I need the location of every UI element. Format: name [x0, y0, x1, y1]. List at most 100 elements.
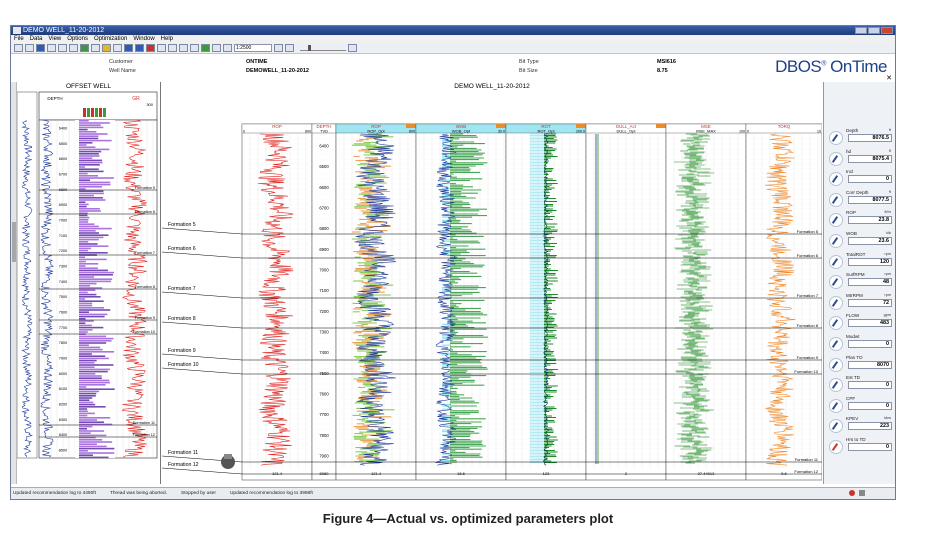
- save-icon[interactable]: [36, 44, 45, 52]
- panel-close-icon[interactable]: ✕: [886, 74, 892, 82]
- status-msg-2: Thread was being aborted.: [109, 491, 168, 496]
- depth-label: 7700: [319, 412, 329, 417]
- minimize-icon[interactable]: [855, 27, 867, 34]
- lithology-bar: [79, 247, 92, 250]
- lithology-bar: [79, 150, 102, 153]
- dial-icon: [829, 131, 843, 145]
- formation-label: Formation 6: [168, 246, 196, 252]
- gauge-kpev[interactable]: KPEV kbw 223: [828, 416, 893, 435]
- refresh-icon[interactable]: [201, 44, 210, 52]
- lithology-bar: [79, 439, 103, 441]
- gauge-wob[interactable]: WOB klb 23.6: [828, 231, 893, 250]
- menu-data[interactable]: Data: [30, 35, 43, 43]
- zoom-out-icon[interactable]: [223, 44, 232, 52]
- track-foot-value: 121.4: [371, 471, 382, 476]
- gauge-label: Hrs to TD: [846, 437, 866, 442]
- menu-file[interactable]: File: [14, 35, 24, 43]
- dial-icon: [829, 440, 843, 454]
- menu-help[interactable]: Help: [161, 35, 173, 43]
- scroll-thumb[interactable]: [12, 222, 16, 262]
- lithology-bar: [79, 287, 103, 289]
- gauge-corr-depth[interactable]: Corr Depth ft 8077.5: [828, 190, 893, 209]
- gauge-hrs-to-td[interactable]: Hrs to TD 0: [828, 437, 893, 456]
- network-icon[interactable]: [859, 490, 865, 496]
- lithology-bar: [79, 353, 92, 355]
- lithology-bar: [79, 342, 107, 344]
- settings-icon[interactable]: [274, 44, 283, 52]
- gauge-value: 0: [848, 175, 892, 184]
- formation-connector: [162, 291, 243, 299]
- grid-icon[interactable]: [113, 44, 122, 52]
- lithology-bar: [79, 428, 87, 430]
- zoom-in-icon[interactable]: [212, 44, 221, 52]
- gauge-label: KPEV: [846, 416, 859, 422]
- offset-depth-label: 8200: [59, 403, 67, 407]
- print-icon[interactable]: [47, 44, 56, 52]
- export-icon[interactable]: [348, 44, 357, 52]
- scale-select[interactable]: 1:2500: [234, 44, 272, 52]
- track-scale-hi: 100: [739, 130, 745, 134]
- gauge-plan-td[interactable]: Plan TD 8070: [828, 355, 893, 374]
- step-icon[interactable]: [135, 44, 144, 52]
- menu-options[interactable]: Options: [67, 35, 88, 43]
- gauge-incl[interactable]: Incl 0: [828, 169, 893, 188]
- gauge-est-td[interactable]: Est TD 0: [828, 375, 893, 394]
- menu-optimization[interactable]: Optimization: [94, 35, 127, 43]
- lithology-bar: [79, 230, 96, 232]
- gauge-flow[interactable]: FLOW gpm 483: [828, 313, 893, 332]
- printer-icon[interactable]: [190, 44, 199, 52]
- slider-thumb[interactable]: [308, 45, 311, 51]
- offset-formation-label: Formation 5: [135, 186, 155, 190]
- menu-window[interactable]: Window: [133, 35, 154, 43]
- close-icon[interactable]: [881, 27, 893, 34]
- lithology-bar: [79, 265, 86, 267]
- dial-icon: [829, 419, 843, 434]
- page-icon[interactable]: [168, 44, 177, 52]
- gauge-mudwt[interactable]: Mudwt 0: [828, 334, 893, 353]
- depth-label: 6800: [319, 226, 329, 231]
- gauge-totalrot[interactable]: TotalROT rpm 120: [828, 252, 893, 271]
- lithology-legend-swatch: [83, 108, 86, 117]
- lithology-bar: [79, 252, 108, 254]
- chart-icon[interactable]: [58, 44, 67, 52]
- gauge-surfrpm[interactable]: SurfRPM rpm 48: [828, 272, 893, 291]
- gauge-rop[interactable]: ROP ft/hr 23.8: [828, 210, 893, 229]
- link-icon[interactable]: [69, 44, 78, 52]
- formation-label: Formation 10: [168, 362, 199, 368]
- lithology-bar: [79, 172, 88, 175]
- open-icon[interactable]: [25, 44, 34, 52]
- lithology-bar: [79, 232, 99, 234]
- lithology-bar: [79, 223, 95, 225]
- document-icon[interactable]: [179, 44, 188, 52]
- lithology-bar: [79, 133, 108, 135]
- gauge-depth[interactable]: Depth ft 8076.5: [828, 128, 893, 147]
- zoom-slider[interactable]: [300, 45, 346, 51]
- lithology-bar: [79, 311, 90, 313]
- gauge-label: Plan TD: [846, 354, 863, 360]
- gauge-cpf[interactable]: CPF 0: [828, 396, 893, 415]
- title-bar: DEMO WELL_11-20-2012: [11, 26, 895, 35]
- ruler-icon[interactable]: [285, 44, 294, 52]
- menu-view[interactable]: View: [48, 35, 61, 43]
- lithology-bar: [79, 159, 103, 162]
- offset-depth-label: 6700: [59, 173, 67, 177]
- dial-icon: [829, 316, 843, 331]
- maximize-icon[interactable]: [868, 27, 880, 34]
- depth-label: 7800: [319, 433, 329, 438]
- list-icon[interactable]: [91, 44, 100, 52]
- gauge-value: 120: [848, 257, 892, 266]
- gauge-hd[interactable]: hd ft 8075.4: [828, 149, 893, 168]
- gauge-label: Est TD: [846, 375, 860, 381]
- user-icon[interactable]: [80, 44, 89, 52]
- lithology-bar: [79, 368, 110, 371]
- play-icon[interactable]: [124, 44, 133, 52]
- gauge-mtrrpm[interactable]: MtrRPM rpm 72: [828, 293, 893, 312]
- lithology-bar: [79, 263, 99, 265]
- lithology-bar: [79, 258, 107, 261]
- lithology-bar: [79, 344, 89, 346]
- new-icon[interactable]: [14, 44, 23, 52]
- pause-icon[interactable]: [157, 44, 166, 52]
- record-icon[interactable]: [849, 490, 855, 496]
- bit-icon[interactable]: [102, 44, 111, 52]
- stop-icon[interactable]: [146, 44, 155, 52]
